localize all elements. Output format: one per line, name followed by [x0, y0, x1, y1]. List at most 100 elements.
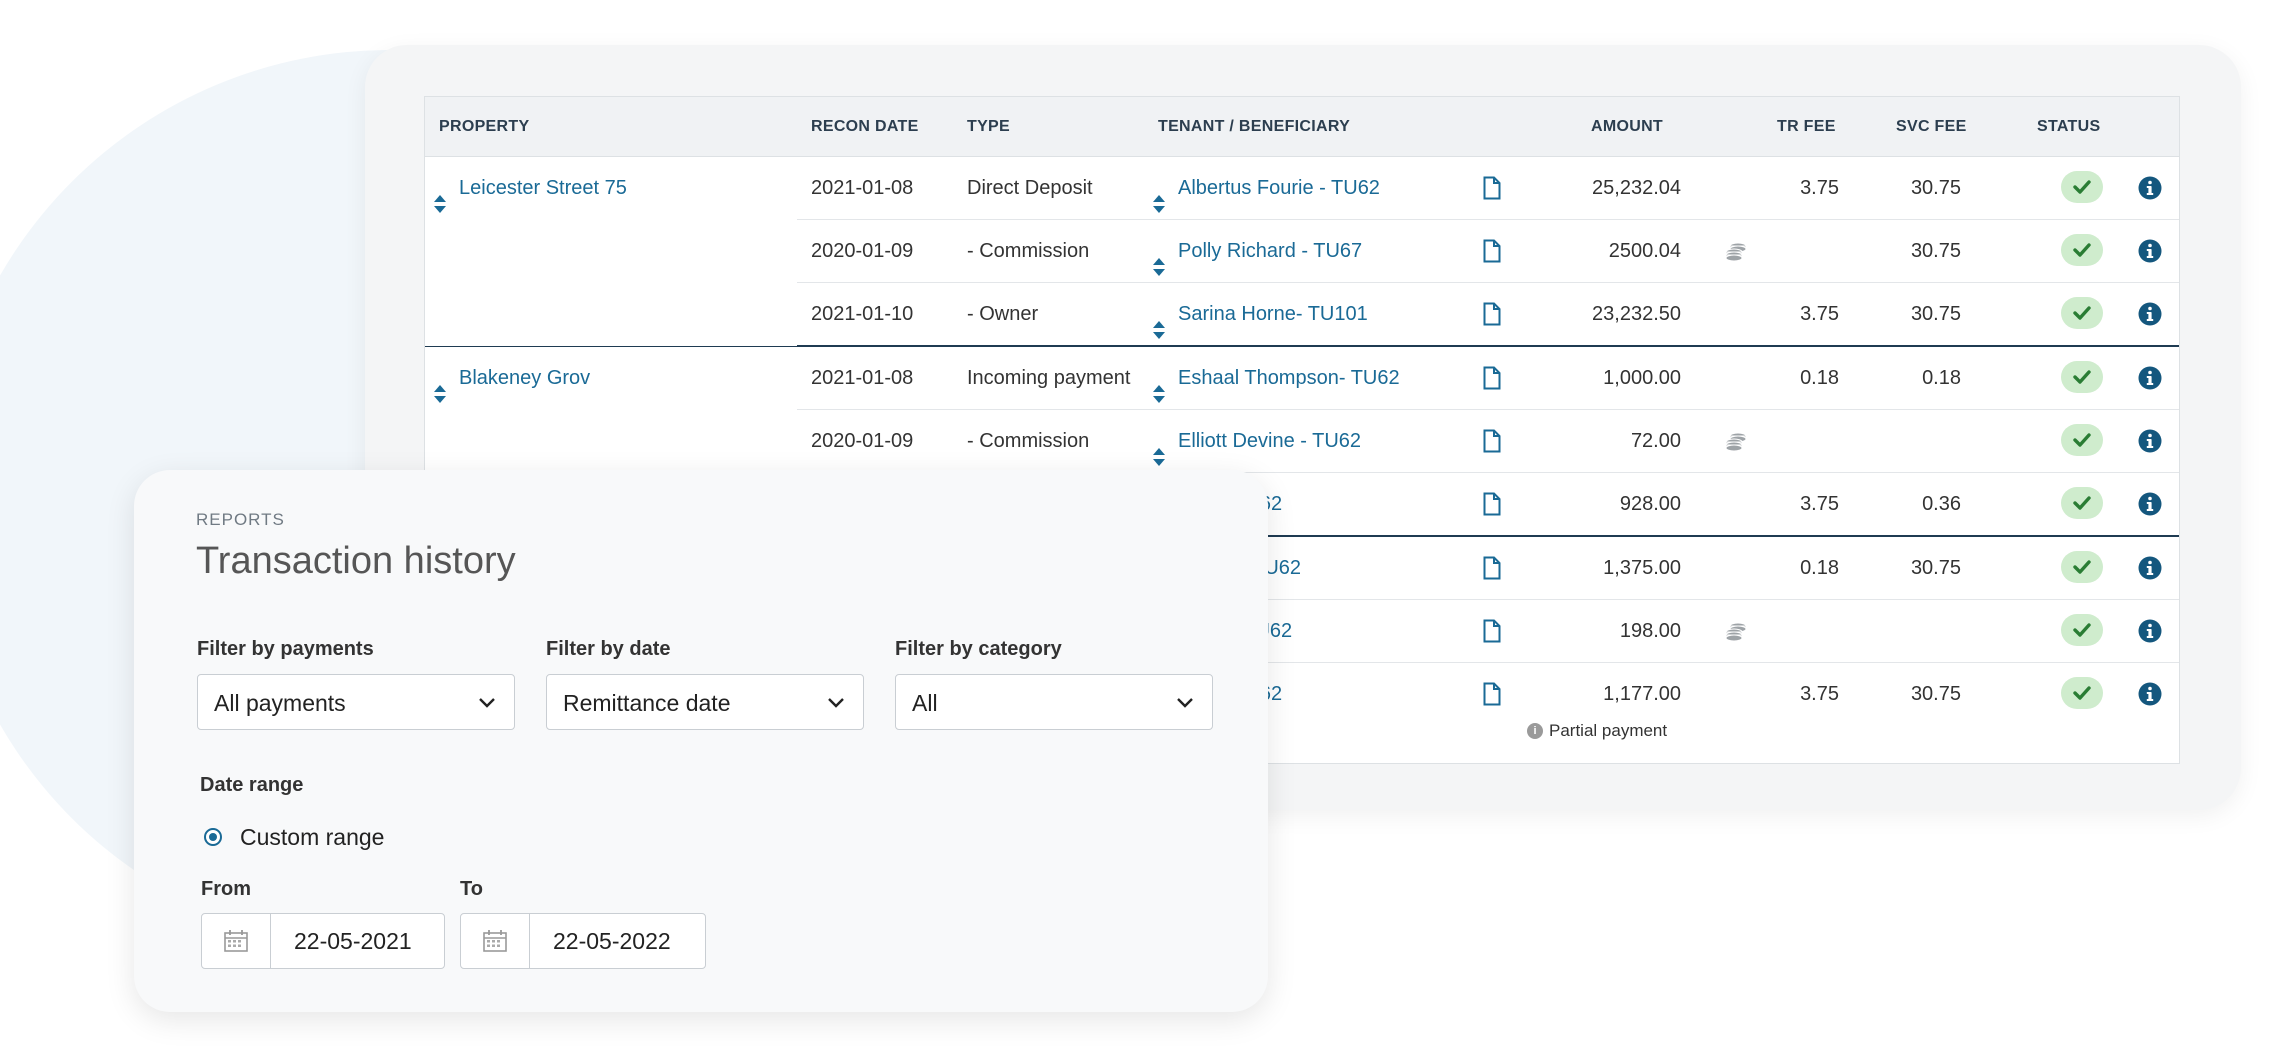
from-date-value: 22-05-2021 — [294, 928, 412, 954]
header-amount[interactable]: AMOUNT — [1591, 97, 1663, 156]
tenant-cell[interactable]: Sarina Horne- TU101 — [1152, 283, 1368, 345]
page-title: Transaction history — [196, 540, 516, 582]
header-tr-fee[interactable]: TR FEE — [1777, 97, 1836, 156]
status-badge — [2061, 487, 2103, 519]
amount-cell: 2500.04 — [1608, 240, 1681, 262]
filter-payments-label: Filter by payments — [197, 638, 374, 660]
expand-collapse-icon[interactable] — [1152, 240, 1166, 276]
svc-fee-cell: 30.75 — [1910, 240, 1961, 262]
info-small-icon: i — [1527, 722, 1543, 739]
tenant-cell[interactable]: Polly Richard - TU67 — [1152, 220, 1362, 282]
info-icon[interactable] — [2138, 619, 2162, 643]
svc-fee-cell: 0.36 — [1922, 493, 1961, 515]
calendar-icon — [483, 930, 507, 952]
type-cell: Direct Deposit — [967, 177, 1093, 199]
calendar-icon — [224, 930, 248, 952]
check-icon — [2073, 243, 2091, 257]
tenant-cell[interactable]: Eshaal Thompson- TU62 — [1152, 347, 1400, 409]
expand-collapse-icon[interactable] — [1152, 430, 1166, 466]
svc-fee-cell: 0.18 — [1922, 367, 1961, 389]
expand-collapse-icon[interactable] — [1152, 177, 1166, 213]
partial-payment-note: i Partial payment — [1527, 721, 1667, 741]
svc-fee-cell: 30.75 — [1910, 303, 1961, 325]
tenant-name[interactable]: Sarina Horne- TU101 — [1178, 303, 1368, 325]
chevron-down-icon — [479, 698, 495, 708]
status-badge — [2061, 424, 2103, 456]
table-row[interactable]: Leicester Street 75 2021-01-08 Direct Depo… — [425, 157, 2179, 220]
status-badge — [2061, 677, 2103, 709]
recon-date-cell: 2021-01-08 — [811, 177, 914, 199]
recon-date-cell: 2020-01-09 — [811, 240, 914, 262]
check-icon — [2073, 433, 2091, 447]
property-name[interactable]: Blakeney Grov — [459, 367, 590, 389]
property-cell[interactable]: Blakeney Grov — [433, 347, 590, 409]
expand-collapse-icon[interactable] — [1152, 303, 1166, 339]
tenant-cell[interactable]: Albertus Fourie - TU62 — [1152, 157, 1380, 219]
expand-collapse-icon[interactable] — [433, 177, 447, 213]
tr-fee-cell — [1725, 410, 1839, 472]
table-row[interactable]: Blakeney Grov 2021-01-08 Incoming payment … — [425, 347, 2179, 410]
info-icon[interactable] — [2138, 176, 2162, 200]
svc-fee-cell: 30.75 — [1910, 683, 1961, 705]
amount-cell: 1,375.00 — [1603, 557, 1681, 579]
from-calendar-button[interactable] — [202, 914, 271, 968]
amount-cell: 1,000.00 — [1603, 367, 1681, 389]
header-type[interactable]: TYPE — [967, 97, 1010, 156]
check-icon — [2073, 306, 2091, 320]
recon-date-cell: 2021-01-08 — [811, 367, 914, 389]
info-icon[interactable] — [2138, 302, 2162, 326]
table-row[interactable]: 2020-01-09 - Commission Polly Richard - T… — [425, 219, 2179, 283]
custom-range-label[interactable]: Custom range — [240, 824, 384, 851]
info-icon[interactable] — [2138, 366, 2162, 390]
filter-date-select[interactable]: Remittance date — [546, 674, 864, 730]
tr-fee-cell: 3.75 — [1800, 683, 1839, 705]
tenant-name[interactable]: Albertus Fourie - TU62 — [1178, 177, 1380, 199]
svc-fee-cell — [1845, 410, 1961, 472]
info-icon[interactable] — [2138, 556, 2162, 580]
chevron-down-icon — [1177, 698, 1193, 708]
info-icon[interactable] — [2138, 682, 2162, 706]
tenant-name[interactable]: Eshaal Thompson- TU62 — [1178, 367, 1400, 389]
expand-collapse-icon[interactable] — [433, 367, 447, 403]
filter-payments-select[interactable]: All payments — [197, 674, 515, 730]
header-property[interactable]: PROPERTY — [439, 97, 529, 156]
table-header: PROPERTY RECON DATE TYPE TENANT / BENEFI… — [425, 97, 2179, 157]
tenant-cell[interactable]: Elliott Devine - TU62 — [1152, 410, 1361, 472]
filter-category-select[interactable]: All — [895, 674, 1213, 730]
tenant-name[interactable]: Elliott Devine - TU62 — [1178, 430, 1361, 452]
check-icon — [2073, 180, 2091, 194]
status-badge — [2061, 297, 2103, 329]
status-badge — [2061, 234, 2103, 266]
to-date-field[interactable]: 22-05-2022 — [460, 913, 706, 969]
table-row[interactable]: 2020-01-09 - Commission Elliott Devine - … — [425, 409, 2179, 473]
check-icon — [2073, 686, 2091, 700]
info-icon[interactable] — [2138, 492, 2162, 516]
info-icon[interactable] — [2138, 429, 2162, 453]
type-cell: - Owner — [967, 303, 1039, 325]
amount-cell: 72.00 — [1630, 430, 1681, 452]
header-svc-fee[interactable]: SVC FEE — [1896, 97, 1967, 156]
to-calendar-button[interactable] — [461, 914, 530, 968]
tr-fee-cell — [1725, 220, 1839, 282]
amount-cell: 198.00 — [1619, 620, 1681, 642]
to-date-value: 22-05-2022 — [553, 928, 671, 954]
property-name[interactable]: Leicester Street 75 — [459, 177, 627, 199]
amount-cell: 23,232.50 — [1592, 303, 1681, 325]
header-tenant[interactable]: TENANT / BENEFICIARY — [1158, 97, 1350, 156]
tenant-name[interactable]: Polly Richard - TU67 — [1178, 240, 1362, 262]
check-icon — [2073, 496, 2091, 510]
section-eyebrow: REPORTS — [196, 510, 285, 529]
tr-fee-cell — [1725, 600, 1839, 662]
chevron-down-icon — [828, 698, 844, 708]
expand-collapse-icon[interactable] — [1152, 367, 1166, 403]
filter-panel: REPORTS Transaction history Filter by pa… — [134, 470, 1268, 1012]
status-badge — [2061, 171, 2103, 203]
property-cell[interactable]: Leicester Street 75 — [433, 157, 627, 219]
header-recon-date[interactable]: RECON DATE — [811, 97, 919, 156]
custom-range-radio[interactable] — [204, 828, 222, 846]
header-status[interactable]: STATUS — [2037, 97, 2100, 156]
table-row[interactable]: 2021-01-10 - Owner Sarina Horne- TU101 23,… — [425, 282, 2179, 347]
from-date-field[interactable]: 22-05-2021 — [201, 913, 445, 969]
tr-fee-cell: 0.18 — [1800, 557, 1839, 579]
info-icon[interactable] — [2138, 239, 2162, 263]
